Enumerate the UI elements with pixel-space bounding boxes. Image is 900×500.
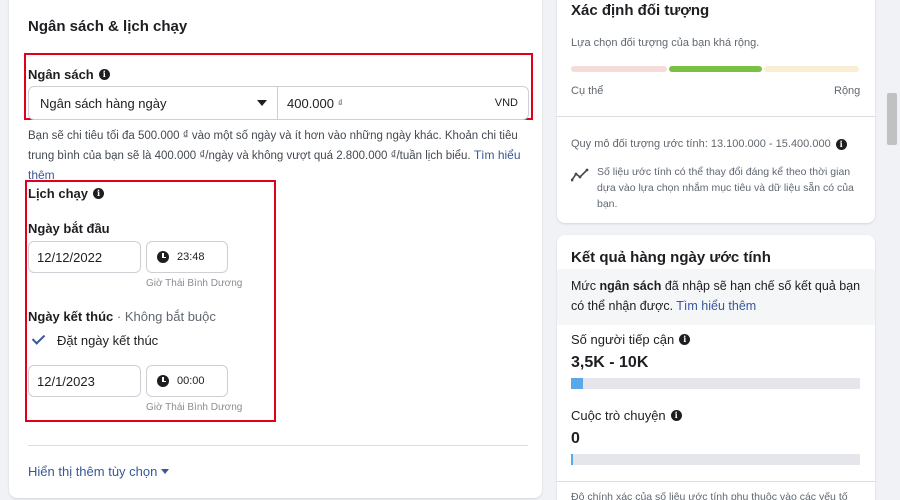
results-learn-more-link[interactable]: Tìm hiểu thêm <box>676 299 756 313</box>
caret-down-icon <box>161 469 170 474</box>
reach-bar <box>571 378 860 389</box>
audience-subtitle: Lựa chọn đối tượng của bạn khá rộng. <box>571 37 760 49</box>
start-time-input[interactable]: 23:48 <box>146 241 228 273</box>
audience-size-text: Quy mô đối tượng ước tính: 13.100.000 - … <box>571 138 831 150</box>
info-icon[interactable]: i <box>98 69 110 80</box>
end-date-label-text: Ngày kết thúc <box>28 309 114 324</box>
more-options-link[interactable]: Hiển thị thêm tùy chọn <box>28 464 170 479</box>
audience-left-label: Cụ thể <box>571 85 604 97</box>
audience-meter-specific <box>571 66 667 72</box>
info-icon[interactable]: i <box>92 188 104 199</box>
end-date-value: 12/1/2023 <box>37 373 95 389</box>
results-note-bold: ngân sách <box>599 279 662 293</box>
more-options-text: Hiển thị thêm tùy chọn <box>28 464 158 479</box>
budget-label: Ngân sách i <box>28 67 110 82</box>
set-end-date-label: Đặt ngày kết thúc <box>57 332 159 348</box>
conversations-bar-fill <box>571 454 573 465</box>
scrollbar-thumb[interactable] <box>887 93 897 145</box>
daily-results-card: Kết quả hàng ngày ước tính Mức ngân sách… <box>557 235 875 500</box>
divider <box>557 481 875 482</box>
audience-right-label: Rộng <box>834 85 861 97</box>
audience-meter-current <box>669 66 762 72</box>
info-icon[interactable]: i <box>670 410 682 421</box>
reach-label-text: Số người tiếp cận <box>571 332 675 347</box>
clock-icon <box>157 375 169 387</box>
currency-symbol: ₫ <box>338 98 343 108</box>
budget-description-text: Bạn sẽ chi tiêu tối đa 500.000 ₫ vào một… <box>28 130 518 162</box>
conversations-bar <box>571 454 860 465</box>
budget-type-select[interactable]: Ngân sách hàng ngày <box>28 86 278 120</box>
info-icon[interactable]: i <box>835 138 847 150</box>
set-end-date-checkbox[interactable]: Đặt ngày kết thúc <box>30 331 158 349</box>
scrollbar-track[interactable] <box>882 0 900 500</box>
budget-schedule-card: Ngân sách & lịch chạy Ngân sách i Ngân s… <box>9 0 542 498</box>
end-date-optional: · Không bắt buộc <box>116 309 216 324</box>
budget-amount-value: 400.000 <box>287 95 334 111</box>
start-timezone: Giờ Thái Bình Dương <box>146 278 243 289</box>
results-title: Kết quả hàng ngày ước tính <box>571 249 771 266</box>
audience-title: Xác định đối tượng <box>571 2 710 19</box>
end-date-label: Ngày kết thúc · Không bắt buộc <box>28 309 216 324</box>
conversations-label: Cuộc trò chuyện i <box>571 408 682 423</box>
schedule-label: Lịch chạy i <box>28 186 104 201</box>
budget-type-value: Ngân sách hàng ngày <box>40 95 167 111</box>
start-time-value: 23:48 <box>177 251 205 263</box>
caret-down-icon <box>257 100 267 106</box>
audience-meter-broad <box>764 66 859 72</box>
results-note: Mức ngân sách đã nhập sẽ hạn chế số kết … <box>571 276 866 316</box>
schedule-label-text: Lịch chạy <box>28 186 88 201</box>
conversations-value: 0 <box>571 430 580 447</box>
reach-bar-fill <box>571 378 583 389</box>
audience-card: Xác định đối tượng Lựa chọn đối tượng củ… <box>557 0 875 223</box>
info-icon[interactable]: i <box>679 334 691 345</box>
divider <box>28 445 528 446</box>
end-timezone: Giờ Thái Bình Dương <box>146 402 243 413</box>
audience-size: Quy mô đối tượng ước tính: 13.100.000 - … <box>571 138 847 150</box>
clock-icon <box>157 251 169 263</box>
start-date-value: 12/12/2022 <box>37 249 103 265</box>
budget-amount-input[interactable]: 400.000 ₫ VND <box>277 86 529 120</box>
section-title: Ngân sách & lịch chạy <box>28 18 188 35</box>
budget-label-text: Ngân sách <box>28 67 94 82</box>
conversations-label-text: Cuộc trò chuyện <box>571 408 666 423</box>
currency-code: VND <box>494 97 518 109</box>
end-time-input[interactable]: 00:00 <box>146 365 228 397</box>
end-time-value: 00:00 <box>177 375 205 387</box>
trend-line-icon <box>570 168 589 187</box>
results-footer: Độ chính xác của số liệu ước tính phụ th… <box>571 491 848 500</box>
start-date-input[interactable]: 12/12/2022 <box>28 241 141 273</box>
end-date-input[interactable]: 12/1/2023 <box>28 365 141 397</box>
start-date-label: Ngày bắt đầu <box>28 221 110 236</box>
checkmark-icon[interactable] <box>30 331 48 349</box>
budget-description: Bạn sẽ chi tiêu tối đa 500.000 ₫ vào một… <box>28 127 528 186</box>
audience-note: Số liệu ước tính có thể thay đổi đáng kể… <box>597 166 854 210</box>
reach-label: Số người tiếp cận i <box>571 332 691 347</box>
reach-value: 3,5K - 10K <box>571 354 649 371</box>
divider <box>557 116 875 117</box>
results-note-prefix: Mức <box>571 279 600 293</box>
